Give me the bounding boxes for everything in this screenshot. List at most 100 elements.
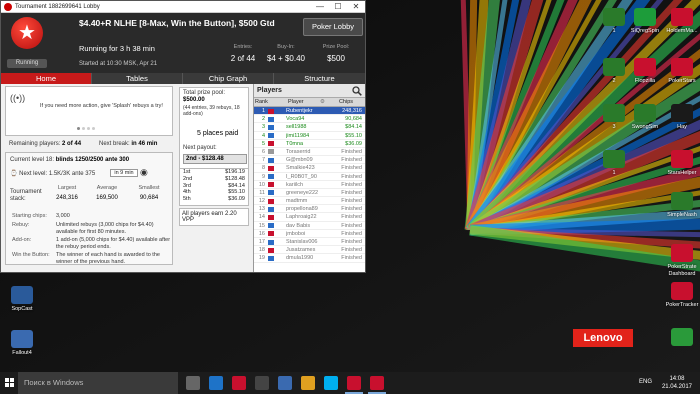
player-rank: 10 xyxy=(258,181,265,188)
window-titlebar[interactable]: Tournament 1882699641 Lobby — ☐ ✕ xyxy=(1,1,365,13)
country-flag-icon xyxy=(268,239,274,245)
poker-lobby-button[interactable]: Poker Lobby xyxy=(303,18,363,36)
smallest-label: Smallest xyxy=(138,185,160,191)
desktop-icon-d9[interactable]: Hay xyxy=(662,104,700,131)
player-row[interactable]: 9 I_R0B0T_90 Finished xyxy=(254,173,365,181)
home-left-pane: ((•)) If you need more action, give 'Spl… xyxy=(1,84,177,272)
player-row[interactable]: 12 madtmm Finished xyxy=(254,197,365,206)
largest-stack: Largest 248,316 xyxy=(50,185,84,201)
player-chips: $36.09 xyxy=(345,140,362,147)
desktop-icon-d14[interactable]: PokerTracker xyxy=(662,282,700,309)
player-name: I_R0B0T_90 xyxy=(286,173,317,180)
tab-chip-graph[interactable]: Chip Graph xyxy=(183,73,274,84)
player-rank: 7 xyxy=(261,157,265,164)
player-row[interactable]: 13 propellona89 Finished xyxy=(254,205,365,214)
desktop-icon-d16[interactable]: Fallout4 xyxy=(2,330,42,357)
player-name: dav Babis xyxy=(286,222,311,229)
country-flag-icon xyxy=(268,116,274,122)
player-rank: 6 xyxy=(261,148,265,155)
carousel-dots[interactable] xyxy=(76,125,96,132)
player-row[interactable]: 4 jimi11984 $55.10 xyxy=(254,132,365,140)
player-row[interactable]: 8 Smalkie423 Finished xyxy=(254,164,365,173)
player-rank: 12 xyxy=(258,198,265,205)
language-indicator[interactable]: ENG xyxy=(639,379,652,385)
next-level-value: 1.5K/3K ante 375 xyxy=(48,171,96,177)
search-icon[interactable] xyxy=(352,86,362,96)
tab-home[interactable]: Home xyxy=(1,73,92,84)
skype-app-icon[interactable] xyxy=(324,376,338,390)
desktop-icon-d2[interactable]: SiQregSpin xyxy=(625,8,665,35)
player-row[interactable]: 3 sell1988 $84.14 xyxy=(254,123,365,132)
clock[interactable]: 14:08 21.04.2017 xyxy=(662,375,692,391)
pokerstars-app-icon[interactable] xyxy=(345,376,363,394)
edge-app-icon[interactable] xyxy=(209,376,223,390)
player-rank: 14 xyxy=(258,214,265,221)
chrome-app-icon[interactable] xyxy=(301,376,315,390)
clock-time: 14:08 xyxy=(669,376,685,382)
maximize-button[interactable]: ☐ xyxy=(329,1,347,13)
task-view-app-icon[interactable] xyxy=(186,376,200,390)
col-rank[interactable]: Rank xyxy=(255,98,268,107)
buyin-stat: Buy-In: $4 + $0.40 xyxy=(263,44,309,63)
clock-icon: ⌚ xyxy=(10,171,18,177)
payout-amount: $36.09 xyxy=(228,196,245,203)
promo-banner[interactable]: ((•)) If you need more action, give 'Spl… xyxy=(5,86,173,136)
desktop-icon-d13[interactable]: PokerStrate Dashboard xyxy=(662,244,700,278)
start-button[interactable] xyxy=(0,372,18,394)
player-row[interactable]: 10 kariilch Finished xyxy=(254,181,365,189)
desktop-icon-d5[interactable]: Flopzilla xyxy=(625,58,665,85)
desktop-icon-label: StarsHelper xyxy=(667,170,697,176)
pokerstars2-app-icon[interactable] xyxy=(368,376,386,394)
wtb-label: Win the Button: xyxy=(12,252,50,258)
col-chips[interactable]: Chips xyxy=(339,98,353,107)
app-icon xyxy=(11,286,33,304)
player-row[interactable]: 5 T0mna $36.09 xyxy=(254,140,365,148)
desktop-icon-d12[interactable]: SimpleNash xyxy=(662,192,700,219)
player-row[interactable]: 19 dmula1990 Finished xyxy=(254,254,365,263)
col-player[interactable]: Player xyxy=(288,98,304,107)
desktop-icon-d11[interactable]: StarsHelper xyxy=(662,150,700,177)
player-row[interactable]: 1 Rubentjekr 248,316 xyxy=(254,107,365,116)
player-chips: Finished xyxy=(341,165,362,172)
player-row[interactable]: 11 greeneye222 Finished xyxy=(254,189,365,198)
player-row[interactable]: 14 Laphroaig22 Finished xyxy=(254,213,365,222)
close-button[interactable]: ✕ xyxy=(347,1,365,13)
country-flag-icon xyxy=(268,231,274,237)
player-row[interactable]: 17 Stanislav006 Finished xyxy=(254,238,365,247)
desktop-icon-d6[interactable]: PokerStars xyxy=(662,58,700,85)
player-row[interactable]: 2 Voca94 90,684 xyxy=(254,115,365,124)
filter-icon[interactable]: ⚙ xyxy=(320,98,325,107)
tab-structure[interactable]: Structure xyxy=(274,73,365,84)
largest-value: 248,316 xyxy=(56,195,78,201)
desktop-icon-d15[interactable]: SopCast xyxy=(2,286,42,313)
sound-toggle-icon[interactable]: ◉ xyxy=(140,167,148,178)
player-rank: 19 xyxy=(258,255,265,262)
calculator-app-icon[interactable] xyxy=(255,376,269,390)
smallest-stack: Smallest 90,684 xyxy=(132,185,166,201)
tab-tables[interactable]: Tables xyxy=(92,73,183,84)
entries-value: 2 of 44 xyxy=(230,54,256,63)
entries-label: Entries: xyxy=(233,44,253,50)
mail-app-icon[interactable] xyxy=(232,376,246,390)
player-row[interactable]: 6 Toraserrid Finished xyxy=(254,148,365,157)
taskbar-search-input[interactable]: Поиск в Windows xyxy=(18,372,178,394)
player-row[interactable]: 15 dav Babis Finished xyxy=(254,222,365,230)
player-row[interactable]: 18 Jusatzames Finished xyxy=(254,246,365,255)
player-row[interactable]: 7 G@mbn09 Finished xyxy=(254,156,365,165)
player-name: Smalkie423 xyxy=(286,165,315,172)
desktop-icon-d17[interactable] xyxy=(662,328,700,348)
payout-row: 2nd $128.48 xyxy=(180,176,248,183)
desktop-icon-d3[interactable]: HoldemMa... xyxy=(662,8,700,35)
buyin-label: Buy-In: xyxy=(277,44,295,50)
player-rank: 11 xyxy=(259,189,265,196)
desktop-icon-d10[interactable]: 1 xyxy=(594,150,634,177)
player-chips: Finished xyxy=(341,247,362,254)
desktop-icon-d8[interactable]: SwongSim xyxy=(625,104,665,131)
player-row[interactable]: 16 jmboboi Finished xyxy=(254,230,365,238)
player-rank: 8 xyxy=(261,165,265,172)
minimize-button[interactable]: — xyxy=(311,1,329,13)
player-chips: $55.10 xyxy=(345,132,362,139)
vpp-info: All players earn 2.20 VPP xyxy=(179,208,249,226)
store-app-icon[interactable] xyxy=(278,376,292,390)
app-icon xyxy=(11,330,33,348)
